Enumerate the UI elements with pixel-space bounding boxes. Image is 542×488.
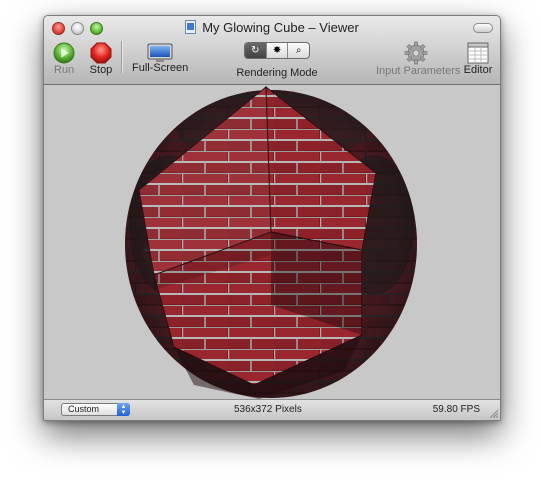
status-bar: Custom ▲ ▼ 536x372 Pixels 59.80 FPS bbox=[44, 399, 500, 420]
run-icon bbox=[53, 42, 75, 64]
magnifier-icon[interactable]: ⌕ bbox=[288, 43, 309, 58]
editor-button[interactable]: Editor bbox=[462, 42, 494, 76]
composition-document-icon bbox=[185, 20, 197, 34]
gear-icon bbox=[404, 41, 428, 65]
full-screen-button[interactable]: Full-Screen bbox=[132, 43, 188, 74]
composition-view[interactable] bbox=[44, 85, 500, 399]
glowing-cube-render bbox=[125, 85, 417, 399]
display-icon bbox=[147, 43, 173, 62]
viewer-window: My Glowing Cube – Viewer Run Stop Full-S… bbox=[43, 15, 501, 421]
editor-label: Editor bbox=[463, 64, 493, 76]
run-button[interactable]: Run bbox=[52, 42, 76, 76]
input-parameters-label: Input Parameters bbox=[376, 65, 461, 77]
popup-arrows-icon: ▲ ▼ bbox=[117, 403, 130, 416]
render-dimensions: 536x372 Pixels bbox=[234, 404, 302, 415]
window-title-area: My Glowing Cube – Viewer bbox=[44, 20, 500, 35]
toolbar-toggle-button[interactable] bbox=[473, 23, 493, 33]
window-title: My Glowing Cube – Viewer bbox=[202, 20, 359, 35]
size-preset-value: Custom bbox=[68, 404, 100, 414]
full-screen-label: Full-Screen bbox=[132, 62, 189, 74]
toolbar-separator bbox=[121, 41, 123, 73]
rendering-mode: Rendering Mode bbox=[232, 67, 322, 79]
stop-button[interactable]: Stop bbox=[89, 42, 113, 76]
rendering-mode-control[interactable]: ↻ ✸ ⌕ bbox=[244, 42, 310, 59]
fps-readout: 59.80 FPS bbox=[432, 404, 480, 415]
stop-label: Stop bbox=[89, 64, 113, 76]
title-bar: My Glowing Cube – Viewer Run Stop Full-S… bbox=[44, 16, 500, 85]
size-preset-popup[interactable]: Custom ▲ ▼ bbox=[61, 403, 130, 416]
input-parameters-button[interactable]: Input Parameters bbox=[376, 41, 461, 77]
resize-grip-icon[interactable] bbox=[488, 408, 498, 418]
editor-icon bbox=[467, 42, 489, 64]
run-label: Run bbox=[53, 64, 75, 76]
bulb-icon[interactable]: ✸ bbox=[267, 43, 289, 58]
stop-icon bbox=[90, 42, 112, 64]
rendering-mode-label: Rendering Mode bbox=[236, 67, 318, 79]
refresh-icon[interactable]: ↻ bbox=[245, 43, 267, 58]
